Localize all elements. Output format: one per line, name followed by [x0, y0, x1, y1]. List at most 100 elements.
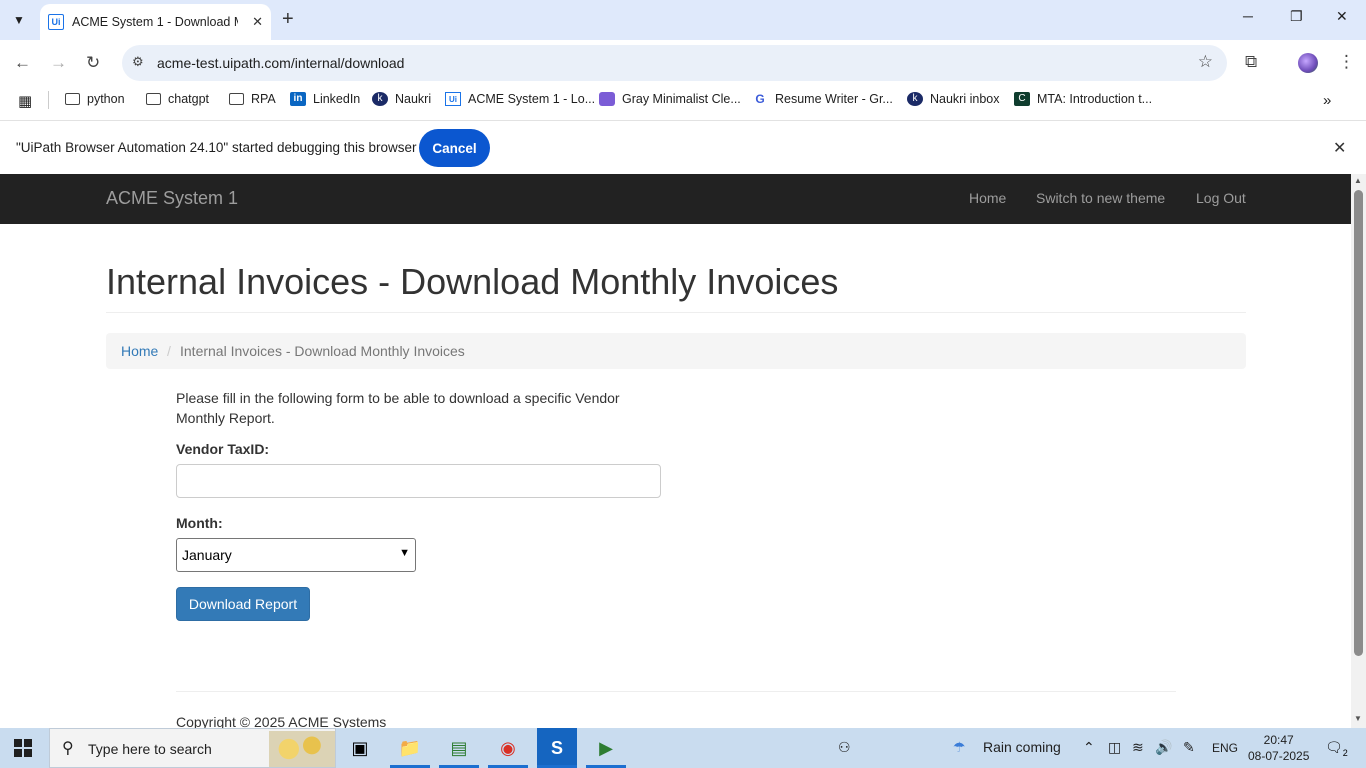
- notification-center-icon[interactable]: 🗨2: [1325, 739, 1348, 758]
- breadcrumb-home-link[interactable]: Home: [121, 343, 158, 359]
- scrollbar-thumb[interactable]: [1354, 190, 1363, 656]
- wifi-icon[interactable]: ≋: [1132, 739, 1144, 756]
- nav-home-link[interactable]: Home: [969, 190, 1006, 206]
- tab-title: ACME System 1 - Download Mo: [72, 15, 238, 29]
- address-bar[interactable]: ⚙ acme-test.uipath.com/internal/download…: [122, 45, 1227, 81]
- debugging-infobar: "UiPath Browser Automation 24.10" starte…: [0, 120, 1366, 174]
- site-info-icon[interactable]: ⚙: [132, 54, 144, 70]
- bookmark-mta[interactable]: C MTA: Introduction t...: [1014, 92, 1152, 106]
- apps-grid-icon[interactable]: ▦: [18, 92, 32, 110]
- minimize-icon[interactable]: ─: [1243, 8, 1253, 24]
- reload-icon[interactable]: ↻: [86, 53, 100, 73]
- browser-tab-active[interactable]: Ui ACME System 1 - Download Mo ✕: [40, 4, 271, 40]
- taskbar-search-placeholder: Type here to search: [88, 741, 212, 757]
- tab-close-icon[interactable]: ✕: [252, 14, 263, 30]
- printer-icon: [599, 92, 615, 106]
- more-bookmarks-chevron-icon[interactable]: »: [1323, 92, 1331, 109]
- windows-start-icon[interactable]: [14, 739, 32, 757]
- new-tab-plus-icon[interactable]: +: [282, 8, 294, 31]
- download-report-button[interactable]: Download Report: [176, 587, 310, 621]
- browser-toolbar: ← → ↻ ⚙ acme-test.uipath.com/internal/do…: [0, 40, 1366, 86]
- infobar-close-icon[interactable]: ✕: [1333, 138, 1346, 158]
- forward-arrow-icon[interactable]: →: [50, 53, 67, 73]
- uipath-assistant-icon[interactable]: ▶: [586, 728, 626, 768]
- search-icon: ⚲: [62, 740, 74, 757]
- volume-icon[interactable]: 🔊: [1155, 739, 1172, 756]
- folder-icon: [229, 93, 244, 105]
- uipath-studio-icon[interactable]: S: [537, 728, 577, 768]
- tray-overflow-chevron-icon[interactable]: ⌃: [1083, 739, 1095, 756]
- chrome-icon[interactable]: ◉: [488, 728, 528, 768]
- windows-taskbar: ⚲ Type here to search ▣ 📁 ▤ ◉ S ▶ ⚇ ☂ Ra…: [0, 728, 1366, 768]
- meet-now-icon[interactable]: ◫: [1108, 739, 1121, 756]
- bookmarks-bar: ▦ python chatgpt RPA in LinkedIn k Naukri …: [0, 86, 1366, 114]
- language-indicator[interactable]: ENG: [1212, 741, 1238, 755]
- chevron-down-icon: ▼: [399, 547, 410, 559]
- bookmark-naukri-inbox[interactable]: k Naukri inbox: [907, 92, 999, 106]
- breadcrumb-separator: /: [167, 343, 171, 359]
- bookmark-star-icon[interactable]: ☆: [1198, 52, 1213, 72]
- menu-kebab-icon[interactable]: ⋮: [1338, 52, 1355, 72]
- folder-icon: [65, 93, 80, 105]
- nav-switch-theme-link[interactable]: Switch to new theme: [1036, 190, 1165, 206]
- vendor-taxid-label: Vendor TaxID:: [176, 441, 270, 457]
- taskbar-search-box[interactable]: ⚲ Type here to search: [49, 728, 336, 768]
- weather-rain-icon[interactable]: ☂: [953, 739, 966, 756]
- spreadsheet-app-icon[interactable]: ▤: [439, 728, 479, 768]
- vendor-taxid-input[interactable]: [176, 464, 661, 498]
- breadcrumb: Home / Internal Invoices - Download Mont…: [106, 333, 1246, 369]
- bookmark-chatgpt[interactable]: chatgpt: [146, 92, 209, 106]
- nav-logout-link[interactable]: Log Out: [1196, 190, 1246, 206]
- title-divider: [106, 312, 1246, 313]
- site-navbar: ACME System 1 Home Switch to new theme L…: [0, 174, 1351, 224]
- uipath-favicon-icon: Ui: [48, 14, 64, 30]
- url-text[interactable]: acme-test.uipath.com/internal/download: [157, 55, 404, 71]
- naukri-icon: k: [372, 92, 388, 106]
- page-title: Internal Invoices - Download Monthly Inv…: [106, 261, 839, 302]
- course-icon: C: [1014, 92, 1030, 106]
- bookmark-naukri[interactable]: k Naukri: [372, 92, 431, 106]
- pen-icon[interactable]: ✎: [1183, 739, 1195, 756]
- clock-time: 20:47: [1263, 733, 1294, 747]
- bookmark-acme-login[interactable]: Ui ACME System 1 - Lo...: [445, 92, 595, 106]
- page-viewport: ACME System 1 Home Switch to new theme L…: [0, 174, 1351, 728]
- bookmark-gray-minimalist[interactable]: Gray Minimalist Cle...: [599, 92, 741, 106]
- folder-icon: [146, 93, 161, 105]
- notification-count: 2: [1342, 747, 1348, 758]
- uipath-icon: Ui: [445, 92, 461, 106]
- bookmark-python[interactable]: python: [65, 92, 125, 106]
- month-select[interactable]: January ▼: [176, 538, 416, 572]
- bookmarks-divider: [48, 91, 49, 109]
- infobar-cancel-button[interactable]: Cancel: [419, 129, 490, 167]
- month-label: Month:: [176, 515, 223, 531]
- site-brand[interactable]: ACME System 1: [106, 188, 238, 209]
- tab-search-chevron-icon[interactable]: ▼: [6, 8, 32, 32]
- infobar-message: "UiPath Browser Automation 24.10" starte…: [16, 140, 417, 155]
- restore-icon[interactable]: ❐: [1290, 8, 1303, 25]
- bookmark-rpa[interactable]: RPA: [229, 92, 276, 106]
- clock-date: 08-07-2025: [1248, 749, 1310, 763]
- g-icon: G: [755, 92, 765, 106]
- month-selected-value: January: [182, 547, 232, 563]
- footer-divider: [176, 691, 1176, 692]
- page-scrollbar[interactable]: ▲ ▼: [1351, 174, 1366, 728]
- browser-tabstrip: ▼ Ui ACME System 1 - Download Mo ✕ + ─ ❐…: [0, 0, 1366, 40]
- task-view-icon[interactable]: ▣: [340, 728, 380, 768]
- profile-avatar[interactable]: [1298, 53, 1318, 73]
- scroll-down-arrow-icon[interactable]: ▼: [1354, 714, 1362, 723]
- form-intro-text: Please fill in the following form to be …: [176, 390, 620, 426]
- bookmark-linkedin[interactable]: in LinkedIn: [290, 92, 360, 106]
- file-explorer-icon[interactable]: 📁: [390, 728, 430, 768]
- window-close-icon[interactable]: ✕: [1336, 8, 1348, 25]
- naukri-icon: k: [907, 92, 923, 106]
- search-highlight-image: [269, 731, 335, 767]
- people-icon[interactable]: ⚇: [838, 739, 851, 756]
- scroll-up-arrow-icon[interactable]: ▲: [1354, 176, 1362, 185]
- extensions-puzzle-icon[interactable]: ⧉: [1245, 52, 1257, 72]
- bookmark-resume-writer[interactable]: G Resume Writer - Gr...: [752, 92, 893, 106]
- back-arrow-icon[interactable]: ←: [14, 53, 31, 73]
- system-clock[interactable]: 20:47 08-07-2025: [1248, 732, 1309, 764]
- weather-text[interactable]: Rain coming: [983, 739, 1061, 755]
- linkedin-icon: in: [290, 92, 306, 106]
- footer-copyright: Copyright © 2025 ACME Systems: [176, 714, 387, 728]
